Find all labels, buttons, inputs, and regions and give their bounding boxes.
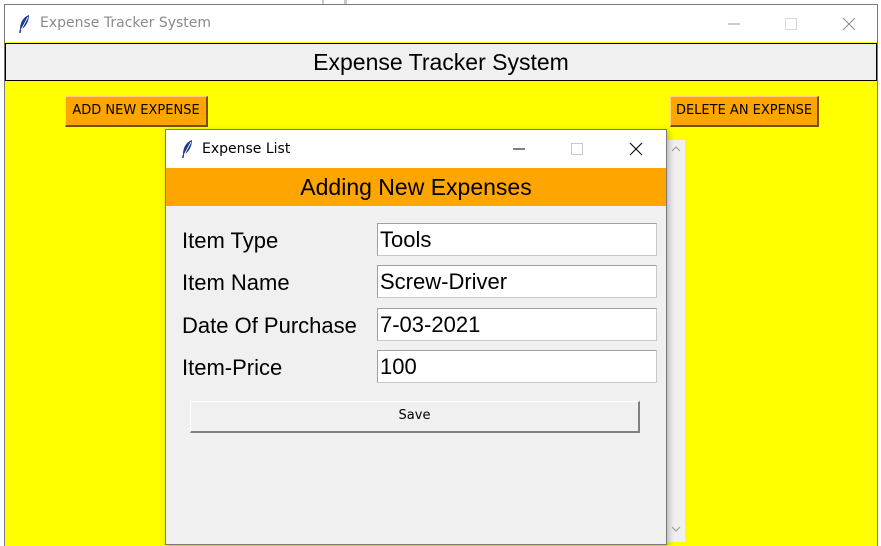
delete-expense-button[interactable]: DELETE AN EXPENSE [670,96,819,127]
main-titlebar[interactable]: Expense Tracker System [5,5,877,42]
main-window-title: Expense Tracker System [40,15,212,31]
save-button[interactable]: Save [190,401,640,433]
item-price-input[interactable]: 100 [377,350,657,383]
scroll-up-icon[interactable] [671,145,681,153]
dialog-title: Expense List [202,141,291,157]
maximize-icon [571,143,583,155]
item-type-input[interactable]: Tools [377,223,657,256]
item-name-label: Item Name [182,270,290,295]
maximize-icon [785,18,797,30]
dialog-close-button[interactable] [607,130,665,167]
minimize-icon [728,23,740,25]
dialog-minimize-button[interactable] [491,130,547,167]
minimize-icon [513,148,525,150]
expense-list-dialog: Expense List Adding New Expenses Item Ty… [165,129,667,545]
minimize-button[interactable] [705,5,763,42]
close-icon [842,17,856,31]
date-of-purchase-label: Date Of Purchase [182,313,357,338]
scroll-down-icon[interactable] [671,525,681,533]
dialog-titlebar[interactable]: Expense List [166,130,666,168]
feather-icon [180,139,194,159]
item-price-label: Item-Price [182,355,283,380]
list-scrollbar[interactable] [667,140,685,542]
item-type-label: Item Type [182,228,279,253]
close-button[interactable] [820,5,878,42]
feather-icon [17,14,31,34]
date-of-purchase-input[interactable]: 7-03-2021 [377,308,657,341]
item-name-input[interactable]: Screw-Driver [377,265,657,298]
dialog-header: Adding New Expenses [166,168,666,206]
maximize-button[interactable] [762,5,820,42]
add-expense-button[interactable]: ADD NEW EXPENSE [65,96,208,127]
close-icon [629,142,643,156]
page-title: Expense Tracker System [5,43,877,81]
dialog-maximize-button[interactable] [549,130,605,167]
